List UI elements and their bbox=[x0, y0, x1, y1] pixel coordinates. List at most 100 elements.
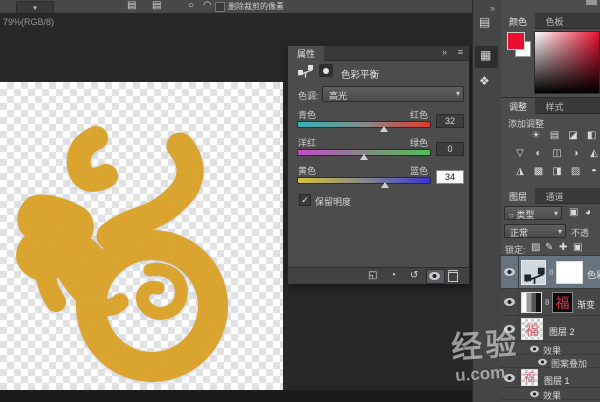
properties-panel: 属性 » ≡ 色彩平衡 色调: 高光 ▾ 青色 红色 32 洋红 绿色 0 黄色… bbox=[287, 45, 470, 284]
layer-row-color-balance[interactable]: 8 色彩 bbox=[501, 256, 600, 289]
collapse-panel-icon[interactable]: » bbox=[442, 47, 447, 58]
link-icon: 8 bbox=[549, 268, 554, 277]
slider2-thumb[interactable] bbox=[359, 154, 368, 160]
adjustment-icon[interactable]: ☀ bbox=[528, 130, 544, 141]
adjustment-icon[interactable]: ◧ bbox=[584, 130, 600, 141]
canvas[interactable] bbox=[0, 82, 283, 390]
option-icon[interactable]: ▤ bbox=[152, 0, 161, 11]
visibility-cell[interactable] bbox=[501, 289, 519, 315]
adjustment-icon[interactable]: ◨ bbox=[549, 166, 565, 177]
adjustment-icon[interactable]: ◮ bbox=[512, 166, 528, 177]
layer-row-gradient[interactable]: 8 福 渐变 bbox=[501, 289, 600, 316]
properties-bottom-bar: ◱ ◔ ↺ bbox=[288, 267, 469, 284]
slider2-right-label: 绿色 bbox=[410, 138, 429, 148]
tab-adjustments[interactable]: 调整 bbox=[501, 98, 536, 116]
document-zoom-info: 79%(RGB/8) bbox=[3, 17, 55, 27]
slider3-value[interactable]: 34 bbox=[436, 170, 464, 184]
slider3-left-label: 黄色 bbox=[298, 166, 317, 176]
slider2[interactable] bbox=[297, 149, 431, 161]
history-panel-icon[interactable]: ▤ bbox=[479, 16, 490, 28]
mask-thumbnail[interactable] bbox=[556, 261, 583, 284]
options-checkbox[interactable] bbox=[215, 2, 225, 12]
lock-transparent-icon[interactable]: ▨ bbox=[531, 242, 540, 253]
curve-icon[interactable]: ◠ bbox=[203, 0, 212, 11]
delete-adjustment-icon[interactable] bbox=[448, 270, 458, 282]
color-gradient-field[interactable] bbox=[534, 31, 600, 94]
visibility-cell[interactable] bbox=[501, 256, 519, 288]
eye-icon[interactable] bbox=[530, 390, 539, 398]
slider3-thumb[interactable] bbox=[381, 182, 390, 188]
eye-icon[interactable] bbox=[530, 345, 539, 353]
option-icon[interactable]: ▤ bbox=[127, 0, 136, 11]
adjustment-icon[interactable]: ▽ bbox=[512, 148, 528, 159]
eye-icon bbox=[429, 272, 440, 280]
search-icon: ○ bbox=[509, 211, 514, 220]
adjustment-icon[interactable]: ◭ bbox=[586, 148, 600, 159]
add-adjustment-label: 添加调整 bbox=[508, 119, 545, 129]
view-previous-state-icon[interactable]: ◔ bbox=[390, 270, 396, 281]
adjustment-thumbnail[interactable] bbox=[521, 260, 546, 285]
marquee-icon[interactable]: ○ bbox=[188, 0, 194, 11]
layer-thumbnail[interactable]: 福 bbox=[521, 369, 538, 386]
tab-styles[interactable]: 样式 bbox=[538, 98, 572, 116]
tone-label: 色调: bbox=[298, 91, 319, 101]
adjustment-icon[interactable]: ▩ bbox=[531, 166, 547, 177]
eye-icon bbox=[504, 298, 515, 306]
lock-paint-icon[interactable]: ✎ bbox=[545, 242, 553, 253]
watermark-line1: 经验 bbox=[450, 325, 521, 366]
lock-all-icon[interactable]: ▣ bbox=[573, 242, 582, 253]
tab-channels[interactable]: 通道 bbox=[538, 188, 572, 206]
tone-dropdown[interactable]: 高光 ▾ bbox=[322, 86, 464, 102]
slider1-value[interactable]: 32 bbox=[436, 114, 464, 128]
collapse-dock-icon[interactable]: » bbox=[490, 3, 495, 14]
filter-adjustment-icon[interactable]: ◕ bbox=[585, 207, 591, 218]
adjustment-icon[interactable]: ◐ bbox=[531, 148, 547, 159]
adjustment-icon[interactable]: ◪ bbox=[565, 130, 581, 141]
layer-filter-dropdown[interactable]: ○ 类型 ▾ bbox=[504, 206, 562, 220]
preserve-luminosity-checkbox[interactable]: ✓ bbox=[299, 194, 311, 206]
visibility-toggle[interactable] bbox=[426, 269, 445, 284]
adjustment-icon-row: ◮ ▩ ◨ ▨ ◓ bbox=[512, 166, 600, 177]
adjustment-icon[interactable]: ▤ bbox=[547, 130, 563, 141]
tone-value: 高光 bbox=[329, 91, 348, 101]
eye-icon[interactable] bbox=[538, 358, 547, 366]
layer-label: 图层 1 bbox=[544, 376, 570, 386]
mask-thumbnail[interactable]: 福 bbox=[552, 292, 573, 313]
panel-menu-icon[interactable]: ≡ bbox=[458, 47, 463, 58]
slider1[interactable] bbox=[297, 121, 431, 133]
clip-to-layer-icon[interactable]: ◱ bbox=[368, 270, 377, 281]
tab-properties[interactable]: 属性 bbox=[288, 46, 325, 62]
canvas-bottom-strip bbox=[0, 390, 472, 402]
lock-move-icon[interactable]: ✚ bbox=[559, 242, 567, 253]
layer-label: 渐变 bbox=[577, 300, 596, 310]
layer-label: 图层 2 bbox=[549, 327, 575, 337]
preserve-luminosity-label: 保留明度 bbox=[315, 197, 352, 207]
slider1-right-label: 红色 bbox=[410, 110, 429, 120]
slider3[interactable] bbox=[297, 177, 431, 189]
adjustment-icon[interactable]: ◑ bbox=[568, 148, 584, 159]
adjustment-icon-row: ☀ ▤ ◪ ◧ bbox=[528, 130, 600, 141]
layer-comps-panel-icon[interactable]: ❖ bbox=[479, 75, 490, 87]
blend-mode-dropdown[interactable]: 正常 ▾ bbox=[504, 224, 566, 238]
slider1-left-label: 青色 bbox=[298, 110, 317, 120]
reset-icon[interactable]: ↺ bbox=[410, 270, 418, 281]
snapshot-panel-button[interactable]: ▦ bbox=[475, 46, 498, 68]
layer-thumbnail[interactable]: 福 bbox=[521, 318, 543, 340]
layer-label: 色彩 bbox=[587, 270, 600, 280]
opacity-label: 不透 bbox=[571, 228, 590, 238]
foreground-color-swatch[interactable] bbox=[507, 32, 525, 50]
fu-character-art bbox=[16, 126, 228, 382]
adjustment-icon[interactable]: ◫ bbox=[549, 148, 565, 159]
tab-layers[interactable]: 图层 bbox=[501, 188, 536, 206]
adjustment-icon[interactable]: ▨ bbox=[568, 166, 584, 177]
gradient-thumbnail[interactable] bbox=[521, 292, 542, 313]
filter-pixel-icon[interactable]: ▣ bbox=[569, 207, 578, 218]
check-icon: ✓ bbox=[301, 195, 309, 205]
slider2-value[interactable]: 0 bbox=[436, 142, 464, 156]
photoshop-window: ▾ ▤ ▤ ○ ◠ 删除裁剪的像素 79%(RGB/8) 属性 » ≡ 色彩平衡… bbox=[0, 0, 600, 402]
slider1-thumb[interactable] bbox=[380, 126, 389, 132]
adjustment-icon[interactable]: ◓ bbox=[586, 166, 600, 177]
blend-arrow-icon: ▾ bbox=[557, 227, 562, 236]
tone-dropdown-arrow-icon: ▾ bbox=[455, 89, 460, 98]
effects-row[interactable]: 效果 bbox=[501, 388, 600, 401]
